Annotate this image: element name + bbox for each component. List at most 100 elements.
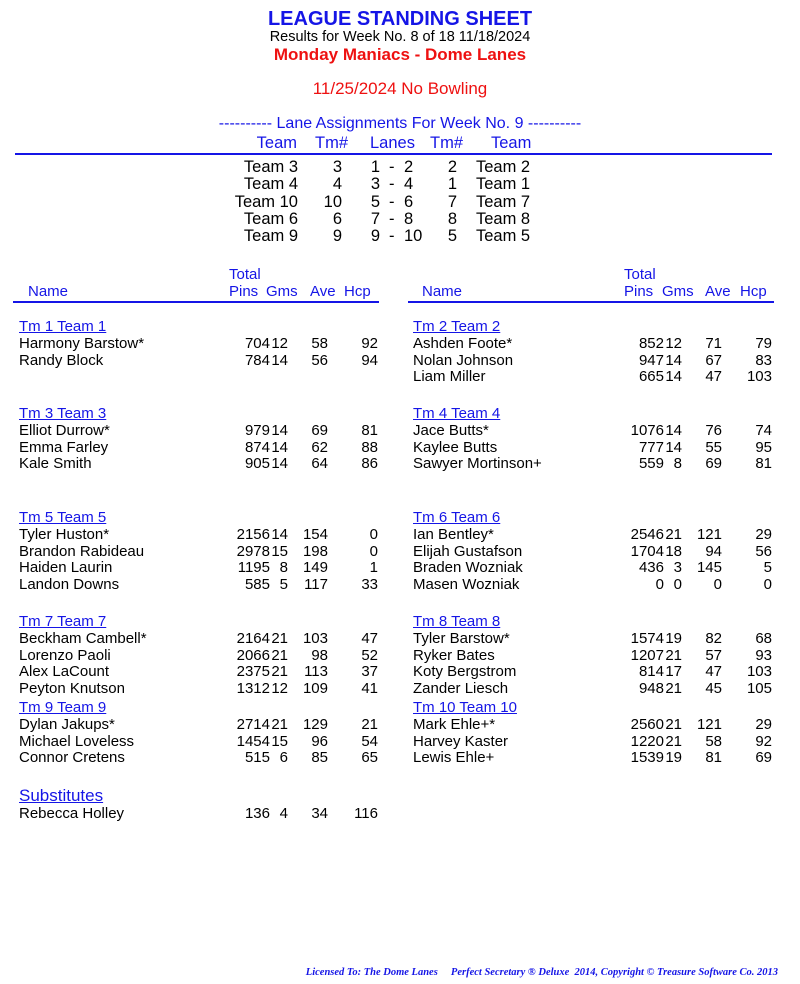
team-b: Team 2 bbox=[476, 158, 531, 176]
team-heading-link[interactable]: Tm 8 Team 8 bbox=[408, 613, 778, 631]
player-name: Harvey Kaster bbox=[413, 732, 509, 750]
games: 0 bbox=[673, 575, 682, 593]
average: 62 bbox=[311, 438, 328, 456]
lane-assignment-row: Team 6 6 7-8 8 Team 8 bbox=[0, 210, 800, 228]
total-pins: 1454 bbox=[236, 732, 270, 750]
games: 21 bbox=[665, 526, 682, 543]
lane-start: 3 bbox=[370, 175, 380, 194]
games: 8 bbox=[279, 559, 288, 576]
player-name: Nolan Johnson bbox=[413, 351, 514, 369]
games: 3 bbox=[673, 559, 682, 576]
handicap: 95 bbox=[755, 438, 772, 456]
team-heading-link[interactable]: Tm 2 Team 2 bbox=[408, 318, 778, 336]
average: 57 bbox=[705, 646, 722, 664]
team-heading-link[interactable]: Tm 6 Team 6 bbox=[408, 509, 778, 527]
player-name: Tyler Huston* bbox=[19, 526, 110, 543]
lane-end: 4 bbox=[404, 175, 414, 194]
player-name: Liam Miller bbox=[413, 368, 486, 385]
tm-b: 7 bbox=[447, 192, 457, 211]
total-pins: 1539 bbox=[630, 749, 664, 766]
lane-assignment-row: Team 10 10 5-6 7 Team 7 bbox=[0, 193, 800, 211]
handicap: 68 bbox=[755, 630, 772, 647]
player-row: Sawyer Mortinson+ 559 8 69 81 bbox=[408, 455, 778, 473]
team-a: Team 4 bbox=[243, 175, 298, 194]
average: 67 bbox=[705, 351, 722, 369]
player-name: Jace Butts* bbox=[413, 422, 489, 439]
total-pins: 2546 bbox=[630, 526, 664, 543]
player-name: Elijah Gustafson bbox=[413, 542, 523, 560]
average: 121 bbox=[696, 526, 722, 543]
header-total: Total bbox=[229, 266, 261, 283]
handicap: 69 bbox=[755, 749, 772, 766]
team-heading-link[interactable]: Tm 9 Team 9 bbox=[14, 699, 384, 717]
header-team-a: Team bbox=[256, 134, 297, 152]
lane-assignment-row: Team 3 3 1-2 2 Team 2 bbox=[0, 158, 800, 176]
average: 69 bbox=[705, 455, 722, 472]
lane-assignment-row: Team 9 9 9-10 5 Team 5 bbox=[0, 227, 800, 245]
total-pins: 704 bbox=[244, 335, 270, 352]
total-pins: 2375 bbox=[236, 663, 270, 680]
player-row: Harmony Barstow* 704 12 58 92 bbox=[14, 335, 384, 353]
games: 15 bbox=[271, 542, 288, 560]
player-name: Sawyer Mortinson+ bbox=[413, 455, 542, 472]
games: 21 bbox=[271, 663, 288, 680]
lane-dash: - bbox=[389, 192, 395, 211]
player-name: Braden Wozniak bbox=[413, 559, 523, 576]
handicap: 94 bbox=[361, 351, 378, 369]
handicap: 79 bbox=[755, 335, 772, 352]
substitutes-block: Substitutes Rebecca Holley 136 4 34 116 bbox=[14, 786, 384, 823]
average: 56 bbox=[311, 351, 328, 369]
lane-start: 9 bbox=[370, 227, 380, 246]
total-pins: 2156 bbox=[236, 526, 270, 543]
team-heading-link[interactable]: Tm 1 Team 1 bbox=[14, 318, 384, 336]
lane-dash: - bbox=[389, 175, 395, 194]
handicap: 0 bbox=[369, 526, 378, 543]
player-name: Connor Cretens bbox=[19, 749, 125, 766]
team-a: Team 9 bbox=[243, 227, 298, 246]
tm-a: 9 bbox=[332, 227, 342, 246]
team-a: Team 3 bbox=[243, 158, 298, 176]
team-heading-link[interactable]: Tm 4 Team 4 bbox=[408, 405, 778, 423]
average: 198 bbox=[302, 542, 328, 560]
lane-start: 7 bbox=[370, 209, 380, 228]
player-name: Lorenzo Paoli bbox=[19, 646, 111, 664]
total-pins: 2978 bbox=[236, 542, 270, 560]
handicap: 81 bbox=[755, 455, 772, 472]
games: 21 bbox=[665, 732, 682, 750]
tm-a: 6 bbox=[332, 209, 342, 228]
substitutes-heading[interactable]: Substitutes bbox=[14, 786, 384, 806]
handicap: 83 bbox=[755, 351, 772, 369]
team-heading-link[interactable]: Tm 3 Team 3 bbox=[14, 405, 384, 423]
team-block: Tm 2 Team 2 Ashden Foote* 852 12 71 79 Nolan J… bbox=[408, 318, 778, 386]
player-name: Elliot Durrow* bbox=[19, 422, 110, 439]
games: 15 bbox=[271, 732, 288, 750]
games: 8 bbox=[673, 455, 682, 472]
header-total: Total bbox=[624, 266, 656, 283]
lane-end: 8 bbox=[404, 209, 414, 228]
games: 21 bbox=[271, 646, 288, 664]
player-row: Mark Ehle+* 2560 21 121 29 bbox=[408, 716, 778, 734]
games: 21 bbox=[665, 716, 682, 733]
player-row: Lorenzo Paoli 2066 21 98 52 bbox=[14, 646, 384, 665]
player-row: Ashden Foote* 852 12 71 79 bbox=[408, 335, 778, 353]
lane-start: 1 bbox=[370, 158, 380, 176]
team-heading-link[interactable]: Tm 5 Team 5 bbox=[14, 509, 384, 527]
team-heading-link[interactable]: Tm 10 Team 10 bbox=[408, 699, 778, 717]
header-pins: Pins bbox=[229, 283, 259, 300]
no-bowling-notice: 11/25/2024 No Bowling bbox=[312, 79, 488, 98]
player-name: Alex LaCount bbox=[19, 663, 110, 680]
games: 5 bbox=[279, 575, 288, 593]
total-pins: 1574 bbox=[630, 630, 664, 647]
header-hcp: Hcp bbox=[344, 283, 371, 300]
handicap: 92 bbox=[361, 335, 378, 352]
player-row: Elliot Durrow* 979 14 69 81 bbox=[14, 422, 384, 440]
player-row: Michael Loveless 1454 15 96 54 bbox=[14, 732, 384, 751]
team-heading-link[interactable]: Tm 7 Team 7 bbox=[14, 613, 384, 631]
handicap: 105 bbox=[746, 679, 772, 697]
games: 6 bbox=[279, 749, 288, 766]
player-row: Kaylee Butts 777 14 55 95 bbox=[408, 438, 778, 457]
handicap: 41 bbox=[361, 679, 378, 697]
player-row: Randy Block 784 14 56 94 bbox=[14, 351, 384, 370]
header-gms: Gms bbox=[662, 283, 694, 300]
header-name: Name bbox=[422, 283, 463, 300]
